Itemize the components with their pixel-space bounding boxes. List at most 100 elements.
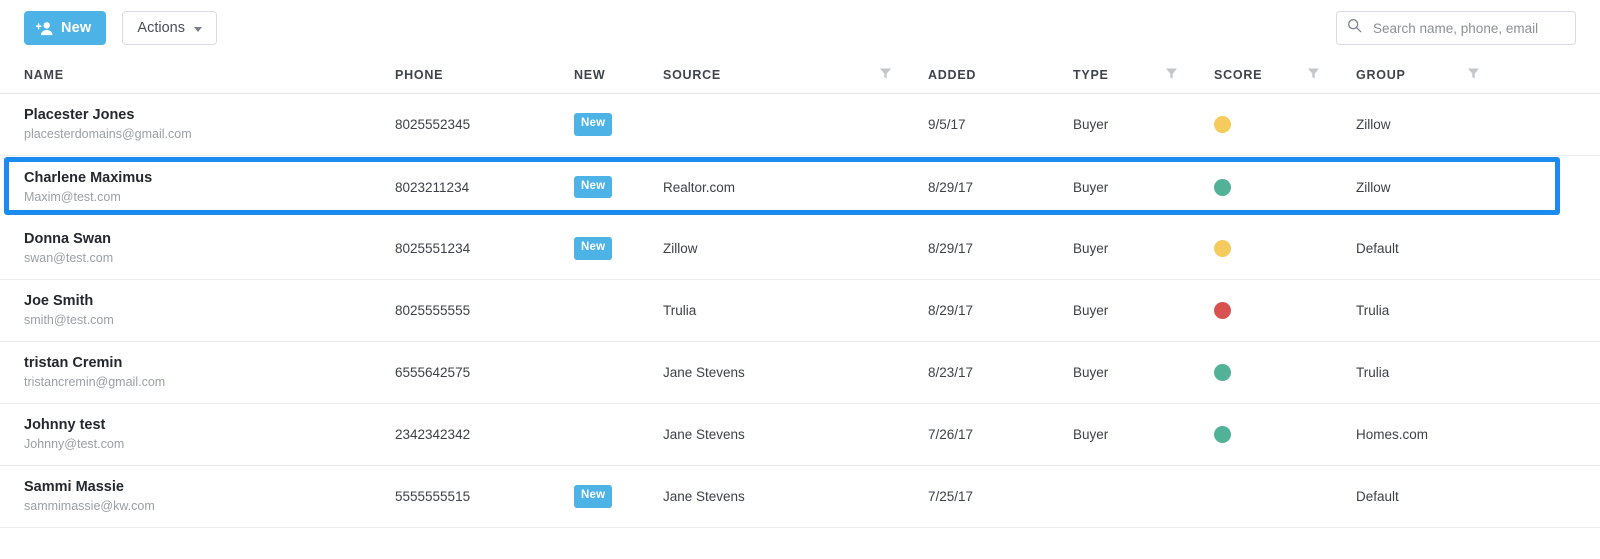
score-dot-icon — [1214, 302, 1231, 319]
contact-email: smith@test.com — [24, 313, 114, 328]
column-header-label: GROUP — [1356, 67, 1406, 82]
search-input[interactable] — [1371, 19, 1565, 37]
column-header-label: NAME — [24, 67, 64, 82]
contact-name: Joe Smith — [24, 293, 94, 310]
cell-phone: 6555642575 — [395, 365, 574, 380]
cell-type: Buyer — [1073, 303, 1214, 318]
contact-email: tristancremin@gmail.com — [24, 375, 166, 390]
contact-name: tristan Cremin — [24, 355, 123, 372]
contacts-page: New Actions NAME PHONE NEW SOURCE ADDED TYPE S… — [0, 0, 1600, 559]
contact-name: Sammi Massie — [24, 479, 124, 496]
add-person-icon — [36, 21, 53, 36]
score-dot-icon — [1214, 426, 1231, 443]
contact-added-date: 8/23/17 — [928, 365, 974, 380]
column-header-label: ADDED — [928, 67, 977, 82]
column-header-label: PHONE — [395, 67, 444, 82]
cell-score — [1214, 240, 1356, 257]
contact-type: Buyer — [1073, 179, 1109, 195]
contact-phone: 8023211234 — [395, 179, 470, 195]
column-header-new[interactable]: NEW — [574, 68, 663, 82]
contact-phone: 5555555515 — [395, 489, 471, 504]
cell-source: Jane Stevens — [663, 365, 928, 380]
table-row[interactable]: Placester Jones placesterdomains@gmail.co… — [0, 94, 1600, 156]
contact-source: Jane Stevens — [663, 427, 745, 442]
cell-group: Homes.com — [1356, 427, 1516, 442]
contact-email: sammimassie@kw.com — [24, 499, 155, 514]
cell-score — [1214, 364, 1356, 381]
filter-icon[interactable] — [1307, 67, 1320, 83]
contact-phone: 6555642575 — [395, 365, 471, 380]
column-header-group[interactable]: GROUP — [1356, 68, 1516, 82]
actions-button[interactable]: Actions — [122, 11, 217, 45]
column-header-added[interactable]: ADDED — [928, 68, 1073, 82]
table-footer-space — [0, 528, 1600, 556]
cell-phone: 8023211234 — [395, 180, 574, 195]
contact-identity: Donna Swan swan@test.com — [24, 231, 113, 265]
cell-name[interactable]: Charlene Maximus Maxim@test.com — [0, 170, 395, 204]
contact-group: Zillow — [1356, 179, 1391, 195]
cell-source: Jane Stevens — [663, 489, 928, 504]
cell-added: 7/26/17 — [928, 427, 1073, 442]
contact-source: Jane Stevens — [663, 489, 745, 504]
table-row[interactable]: Joe Smith smith@test.com 8025555555 Trulia 8… — [0, 280, 1600, 342]
toolbar: New Actions — [0, 0, 1600, 56]
cell-group: Default — [1356, 489, 1516, 504]
cell-name[interactable]: Sammi Massie sammimassie@kw.com — [0, 479, 395, 513]
column-header-name[interactable]: NAME — [0, 68, 395, 82]
cell-name[interactable]: Joe Smith smith@test.com — [0, 293, 395, 327]
cell-type: Buyer — [1073, 365, 1214, 380]
column-header-label: TYPE — [1073, 67, 1109, 82]
table-row[interactable]: Sammi Massie sammimassie@kw.com 5555555515… — [0, 466, 1600, 528]
cell-added: 8/29/17 — [928, 303, 1073, 318]
table-row[interactable]: Johnny test Johnny@test.com 2342342342 Jane… — [0, 404, 1600, 466]
cell-source: Trulia — [663, 303, 928, 318]
column-header-type[interactable]: TYPE — [1073, 68, 1214, 82]
table-body: Placester Jones placesterdomains@gmail.co… — [0, 94, 1600, 528]
chevron-down-icon — [193, 26, 202, 32]
cell-name[interactable]: Placester Jones placesterdomains@gmail.co… — [0, 107, 395, 141]
contact-source: Realtor.com — [663, 179, 736, 195]
new-button[interactable]: New — [24, 11, 107, 45]
cell-group: Trulia — [1356, 365, 1516, 380]
score-dot-icon — [1214, 116, 1231, 133]
cell-phone: 8025555555 — [395, 303, 574, 318]
contact-group: Default — [1356, 489, 1399, 504]
cell-group: Trulia — [1356, 303, 1516, 318]
contact-type: Buyer — [1073, 241, 1109, 256]
cell-name[interactable]: Donna Swan swan@test.com — [0, 231, 395, 265]
contact-phone: 8025551234 — [395, 241, 471, 256]
cell-type: Buyer — [1073, 180, 1214, 195]
table-row[interactable]: tristan Cremin tristancremin@gmail.com 655… — [0, 342, 1600, 404]
contact-group: Zillow — [1356, 117, 1391, 132]
column-header-label: SOURCE — [663, 67, 721, 82]
contact-type: Buyer — [1073, 303, 1109, 318]
new-button-label: New — [61, 20, 92, 36]
table-header-row: NAME PHONE NEW SOURCE ADDED TYPE SCORE GROUP — [0, 56, 1600, 94]
column-header-score[interactable]: SCORE — [1214, 68, 1356, 82]
cell-name[interactable]: tristan Cremin tristancremin@gmail.com — [0, 355, 395, 389]
cell-name[interactable]: Johnny test Johnny@test.com — [0, 417, 395, 451]
score-dot-icon — [1214, 364, 1231, 381]
contact-type: Buyer — [1073, 117, 1109, 132]
cell-added: 8/29/17 — [928, 241, 1073, 256]
contact-name: Johnny test — [24, 417, 106, 434]
filter-icon[interactable] — [1165, 67, 1178, 83]
column-header-phone[interactable]: PHONE — [395, 68, 574, 82]
filter-icon[interactable] — [1467, 67, 1480, 83]
cell-phone: 5555555515 — [395, 489, 574, 504]
cell-type: Buyer — [1073, 427, 1214, 442]
table-row[interactable]: Charlene Maximus Maxim@test.com 8023211234… — [0, 156, 1600, 218]
column-header-source[interactable]: SOURCE — [663, 68, 928, 82]
contact-identity: Joe Smith smith@test.com — [24, 293, 114, 327]
contact-identity: Johnny test Johnny@test.com — [24, 417, 124, 451]
table-row[interactable]: Donna Swan swan@test.com 8025551234 New Zill… — [0, 218, 1600, 280]
new-badge: New — [574, 113, 613, 136]
filter-icon[interactable] — [879, 67, 892, 83]
contact-phone: 8025552345 — [395, 117, 471, 132]
search-icon — [1347, 18, 1371, 38]
cell-source: Jane Stevens — [663, 427, 928, 442]
cell-group: Zillow — [1356, 117, 1516, 132]
new-badge: New — [574, 175, 613, 199]
search-box[interactable] — [1336, 11, 1576, 45]
contact-group: Trulia — [1356, 303, 1390, 318]
